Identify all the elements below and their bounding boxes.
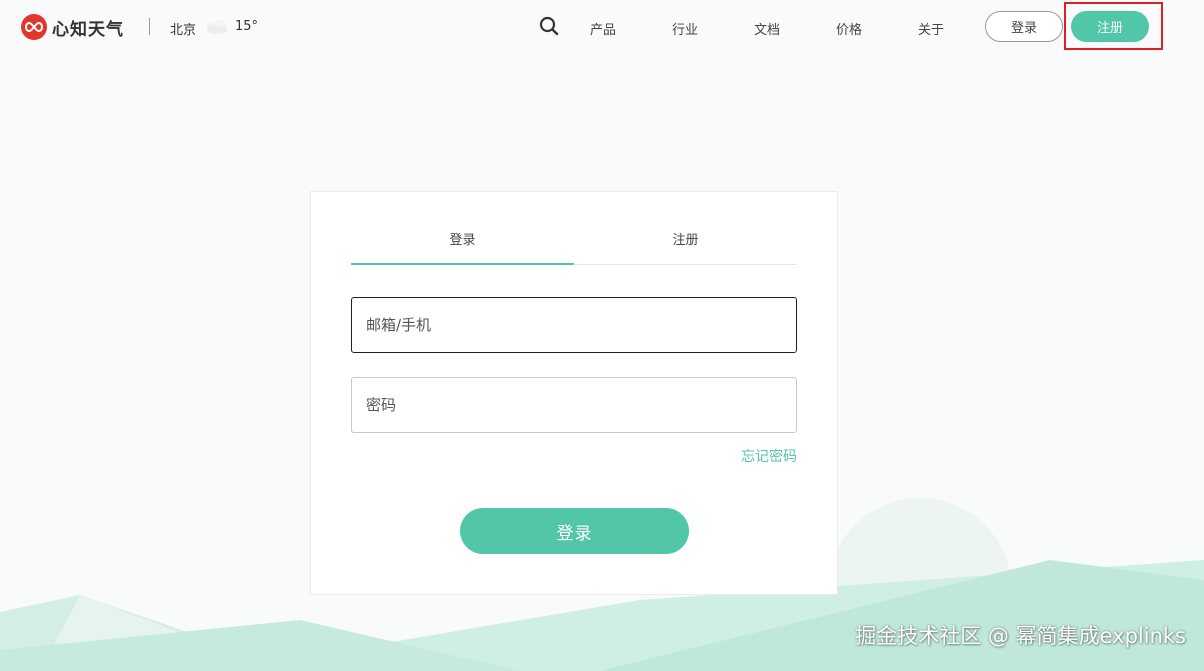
logo[interactable]: 心知天气 — [21, 14, 124, 40]
infinity-logo-icon — [21, 14, 47, 40]
search-icon[interactable] — [539, 16, 559, 40]
nav-login-button[interactable]: 登录 — [985, 11, 1063, 42]
forgot-password-link[interactable]: 忘记密码 — [741, 446, 797, 466]
top-nav: 心知天气 北京 15° 产品 行业 文档 价格 关于 登录 注册 — [0, 0, 1204, 54]
watermark: 掘金技术社区 @ 幂简集成explinks — [855, 624, 1186, 648]
auth-tabs: 登录 注册 — [351, 227, 797, 265]
nav-link-products[interactable]: 产品 — [590, 19, 616, 38]
nav-link-pricing[interactable]: 价格 — [836, 19, 862, 38]
email-phone-input[interactable] — [351, 297, 797, 353]
nav-link-docs[interactable]: 文档 — [754, 19, 780, 38]
weather-temperature: 15° — [235, 19, 259, 34]
tab-login[interactable]: 登录 — [351, 227, 574, 265]
login-card: 登录 注册 忘记密码 登录 — [310, 191, 838, 595]
cloudy-icon — [205, 17, 229, 39]
password-input[interactable] — [351, 377, 797, 433]
nav-divider — [149, 18, 150, 35]
weather-city[interactable]: 北京 — [170, 19, 196, 38]
nav-link-industry[interactable]: 行业 — [672, 19, 698, 38]
tab-register[interactable]: 注册 — [574, 227, 797, 265]
nav-register-button[interactable]: 注册 — [1071, 11, 1149, 42]
login-submit-button[interactable]: 登录 — [460, 508, 689, 554]
brand-name: 心知天气 — [52, 19, 124, 40]
nav-link-about[interactable]: 关于 — [918, 19, 944, 38]
